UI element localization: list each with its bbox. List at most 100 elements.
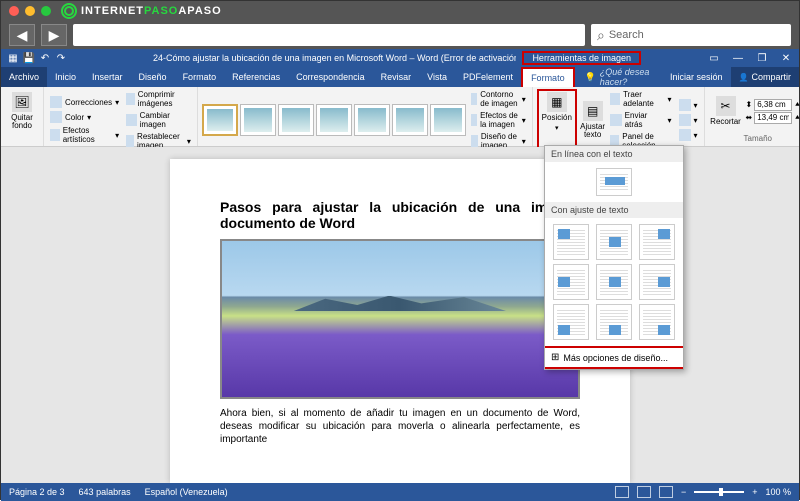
share-button[interactable]: Compartir xyxy=(731,67,799,87)
search-input[interactable]: Search xyxy=(591,24,791,46)
signin-button[interactable]: Iniciar sesión xyxy=(662,67,731,87)
view-read-icon[interactable] xyxy=(615,486,629,498)
posicion-button-highlight: ▦Posición▾ xyxy=(537,89,577,151)
zoom-slider[interactable] xyxy=(694,491,744,493)
tab-referencias[interactable]: Referencias xyxy=(224,67,288,87)
style-thumb-5[interactable] xyxy=(354,104,390,136)
status-words[interactable]: 643 palabras xyxy=(79,487,131,497)
window-title: 24-Cómo ajustar la ubicación de una imag… xyxy=(73,53,516,63)
enviar-atras-button[interactable]: Enviar atrás ▾ xyxy=(608,110,673,130)
group-organizar: ▦Posición▾ ▤Ajustar texto Traer adelante… xyxy=(533,87,705,146)
group-label-tamano: Tamaño xyxy=(709,133,800,144)
tab-insertar[interactable]: Insertar xyxy=(84,67,131,87)
ajustar-texto-button[interactable]: ▤Ajustar texto xyxy=(580,89,606,151)
zoom-value[interactable]: 100 % xyxy=(765,487,791,497)
pos-bot-right[interactable] xyxy=(639,304,675,340)
logo-text-b: PASO xyxy=(144,5,178,17)
quitar-fondo-button[interactable]: 🖼Quitar fondo xyxy=(5,89,39,133)
style-gallery[interactable] xyxy=(202,89,466,151)
tab-pdfelement[interactable]: PDFelement xyxy=(455,67,521,87)
corrections-icon xyxy=(50,96,62,108)
forward-button[interactable]: ▶ xyxy=(41,24,67,46)
rotate-icon xyxy=(679,129,691,141)
tab-correspondencia[interactable]: Correspondencia xyxy=(288,67,373,87)
align-button[interactable]: ▾ xyxy=(677,98,700,112)
contorno-button[interactable]: Contorno de imagen ▾ xyxy=(469,89,528,109)
recortar-button[interactable]: ✂Recortar xyxy=(709,89,743,133)
tab-vista[interactable]: Vista xyxy=(419,67,455,87)
height-input[interactable]: ⬍ ⯅⯆ xyxy=(746,99,800,111)
group-button[interactable]: ▾ xyxy=(677,113,700,127)
back-button[interactable]: ◀ xyxy=(9,24,35,46)
pos-bot-left[interactable] xyxy=(553,304,589,340)
rotate-button[interactable]: ▾ xyxy=(677,128,700,142)
tab-archivo[interactable]: Archivo xyxy=(1,67,47,87)
close-icon[interactable]: ✕ xyxy=(779,53,793,64)
compress-icon xyxy=(126,93,135,105)
tab-revisar[interactable]: Revisar xyxy=(373,67,420,87)
style-thumb-2[interactable] xyxy=(240,104,276,136)
redo-icon[interactable]: ↷ xyxy=(55,52,67,64)
group-estilos: Contorno de imagen ▾ Efectos de la image… xyxy=(198,87,533,146)
undo-icon[interactable]: ↶ xyxy=(39,52,51,64)
pos-inline[interactable] xyxy=(596,168,632,196)
tell-me-input[interactable]: ¿Qué desea hacer? xyxy=(575,67,662,87)
status-lang[interactable]: Español (Venezuela) xyxy=(145,487,228,497)
style-thumb-7[interactable] xyxy=(430,104,466,136)
tab-diseno[interactable]: Diseño xyxy=(131,67,175,87)
browser-chrome: INTERNETPASOAPASO ◀ ▶ Search xyxy=(1,1,799,49)
color-button[interactable]: Color ▾ xyxy=(48,110,121,124)
style-thumb-4[interactable] xyxy=(316,104,352,136)
dropdown-section-wrap: Con ajuste de texto xyxy=(545,202,683,218)
efectos-artisticos-button[interactable]: Efectos artísticos ▾ xyxy=(48,125,121,145)
search-placeholder: Search xyxy=(609,29,644,41)
pos-top-left[interactable] xyxy=(553,224,589,260)
correcciones-button[interactable]: Correcciones ▾ xyxy=(48,95,121,109)
tab-inicio[interactable]: Inicio xyxy=(47,67,84,87)
url-input[interactable] xyxy=(73,24,585,46)
minimize-icon[interactable]: — xyxy=(731,53,745,64)
selected-image[interactable] xyxy=(220,239,580,399)
zoom-out-button[interactable]: − xyxy=(681,487,686,497)
more-layout-options[interactable]: Más opciones de diseño... xyxy=(545,346,683,369)
more-layout-label: Más opciones de diseño... xyxy=(563,353,668,363)
posicion-button[interactable]: ▦Posición▾ xyxy=(540,92,574,132)
view-web-icon[interactable] xyxy=(659,486,673,498)
view-print-icon[interactable] xyxy=(637,486,651,498)
width-field[interactable] xyxy=(754,112,792,124)
crop-icon: ✂ xyxy=(716,96,736,116)
ribbon-options-icon[interactable]: ▭ xyxy=(707,53,721,64)
efectos-imagen-button[interactable]: Efectos de la imagen ▾ xyxy=(469,110,528,130)
tab-formato-pagina[interactable]: Formato xyxy=(175,67,225,87)
style-thumb-6[interactable] xyxy=(392,104,428,136)
height-field[interactable] xyxy=(754,99,792,111)
style-thumb-3[interactable] xyxy=(278,104,314,136)
align-icon xyxy=(679,99,691,111)
logo-text-a: INTERNET xyxy=(81,5,144,17)
pos-top-right[interactable] xyxy=(639,224,675,260)
pos-bot-center[interactable] xyxy=(596,304,632,340)
width-input[interactable]: ⬌ ⯅⯆ xyxy=(746,112,800,124)
save-icon[interactable]: 💾 xyxy=(23,52,35,64)
maximize-dot[interactable] xyxy=(41,6,51,16)
tab-formato[interactable]: Formato xyxy=(521,67,575,87)
zoom-in-button[interactable]: + xyxy=(752,487,757,497)
comprimir-button[interactable]: Comprimir imágenes xyxy=(124,89,193,109)
dropdown-section-inline: En línea con el texto xyxy=(545,146,683,162)
group-tamano: ✂Recortar ⬍ ⯅⯆ ⬌ ⯅⯆ Tamaño xyxy=(705,87,800,146)
close-dot[interactable] xyxy=(9,6,19,16)
pos-mid-left[interactable] xyxy=(553,264,589,300)
word-icon: ▦ xyxy=(7,52,19,64)
status-page[interactable]: Página 2 de 3 xyxy=(9,487,65,497)
cambiar-imagen-button[interactable]: Cambiar imagen xyxy=(124,110,193,130)
pos-mid-right[interactable] xyxy=(639,264,675,300)
pos-mid-center[interactable] xyxy=(596,264,632,300)
traer-adelante-button[interactable]: Traer adelante ▾ xyxy=(608,89,673,109)
wrap-text-icon: ▤ xyxy=(583,101,603,121)
restore-icon[interactable]: ❐ xyxy=(755,53,769,64)
minimize-dot[interactable] xyxy=(25,6,35,16)
color-icon xyxy=(50,111,62,123)
pos-top-center[interactable] xyxy=(596,224,632,260)
ribbon-tabs: Archivo Inicio Insertar Diseño Formato R… xyxy=(1,67,799,87)
style-thumb-1[interactable] xyxy=(202,104,238,136)
